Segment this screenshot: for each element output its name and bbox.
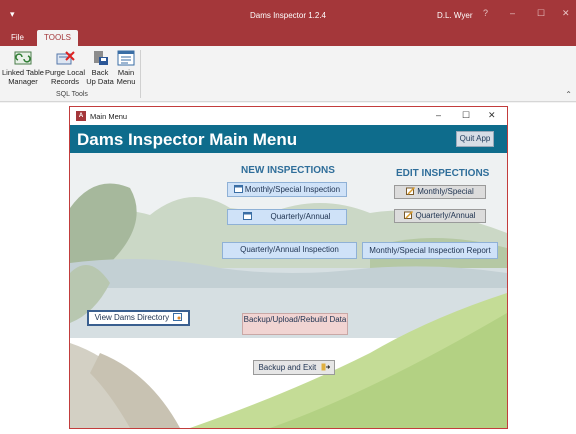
edit-form-icon [404,211,414,219]
form-maximize-icon[interactable]: ☐ [462,110,470,121]
linked-table-manager-label: Linked Table Manager [2,68,44,86]
linked-table-icon [14,51,32,65]
form-title-bar: A Main Menu – ☐ ✕ [70,107,507,125]
tab-file[interactable]: File [4,30,31,46]
new-monthly-special-inspection-button[interactable]: Monthly/Special Inspection [227,182,347,197]
purge-local-records-button[interactable]: Purge Local Records [44,50,86,86]
main-menu-icon [117,50,135,66]
new-quarterly-label: Quarterly/Annual [270,212,331,221]
directory-icon [173,313,183,321]
form-close-icon[interactable]: ✕ [488,110,496,121]
new-quarterly-annual-button[interactable]: Quarterly/Annual [227,209,347,225]
form-icon [243,212,253,220]
linked-table-manager-button[interactable]: Linked Table Manager [2,50,44,86]
edit-quarterly-label: Quarterly/Annual [415,211,476,220]
backup-and-exit-button[interactable]: Backup and Exit [253,360,335,375]
ribbon: Linked Table Manager Purge Local Records… [0,46,576,102]
view-dams-directory-button[interactable]: View Dams Directory [87,310,190,326]
app-title-bar: ▾ Dams Inspector 1.2.4 D.L. Wyer ? – ☐ ✕ [0,0,576,30]
purge-icon [56,51,75,65]
main-menu-form: A Main Menu – ☐ ✕ Dams Inspector Main Me… [69,106,508,429]
ribbon-tab-bar: File TOOLS [0,30,576,46]
edit-inspections-title: EDIT INSPECTIONS [396,168,490,179]
maximize-icon[interactable]: ☐ [537,8,545,19]
purge-local-records-label: Purge Local Records [44,68,86,86]
exit-door-icon [321,363,330,371]
monthly-special-inspection-report-button[interactable]: Monthly/Special Inspection Report [362,242,498,259]
backup-upload-rebuild-label: Backup/Upload/Rebuild Data [243,315,347,324]
main-menu-button[interactable]: Main Menu [115,50,137,86]
edit-monthly-special-button[interactable]: Monthly/Special [394,185,486,199]
backup-and-exit-label: Backup and Exit [258,363,317,372]
form-window-title: Main Menu [90,112,128,121]
main-menu-label: Main Menu [116,68,136,86]
quit-app-button[interactable]: Quit App [456,131,494,147]
form-minimize-icon[interactable]: – [436,110,441,120]
access-icon: A [76,111,86,121]
ribbon-group-separator [140,50,141,98]
backup-upload-rebuild-data-button[interactable]: Backup/Upload/Rebuild Data [242,313,348,335]
new-monthly-label: Monthly/Special Inspection [244,185,341,194]
form-header: Dams Inspector Main Menu Quit App [70,125,507,153]
edit-monthly-label: Monthly/Special [417,187,474,196]
app-title: Dams Inspector 1.2.4 [249,11,327,20]
page-title: Dams Inspector Main Menu [77,130,298,149]
quarterly-annual-inspection-report-button[interactable]: Quarterly/Annual Inspection [222,242,357,259]
user-name[interactable]: D.L. Wyer [437,11,473,20]
tab-tools[interactable]: TOOLS [37,30,78,46]
ribbon-group-label: SQL Tools [56,91,88,98]
form-icon [233,185,243,193]
edit-form-icon [406,187,416,195]
backup-icon [94,51,108,65]
back-up-data-button[interactable]: Back Up Data [86,50,114,86]
back-up-data-label: Back Up Data [86,68,114,86]
new-inspections-title: NEW INSPECTIONS [241,165,335,176]
edit-quarterly-annual-button[interactable]: Quarterly/Annual [394,209,486,223]
close-icon[interactable]: ✕ [562,8,570,19]
collapse-ribbon-icon[interactable]: ⌃ [565,90,572,99]
view-dams-directory-label: View Dams Directory [94,313,170,322]
help-icon[interactable]: ? [483,8,488,18]
minimize-icon[interactable]: – [510,8,515,18]
